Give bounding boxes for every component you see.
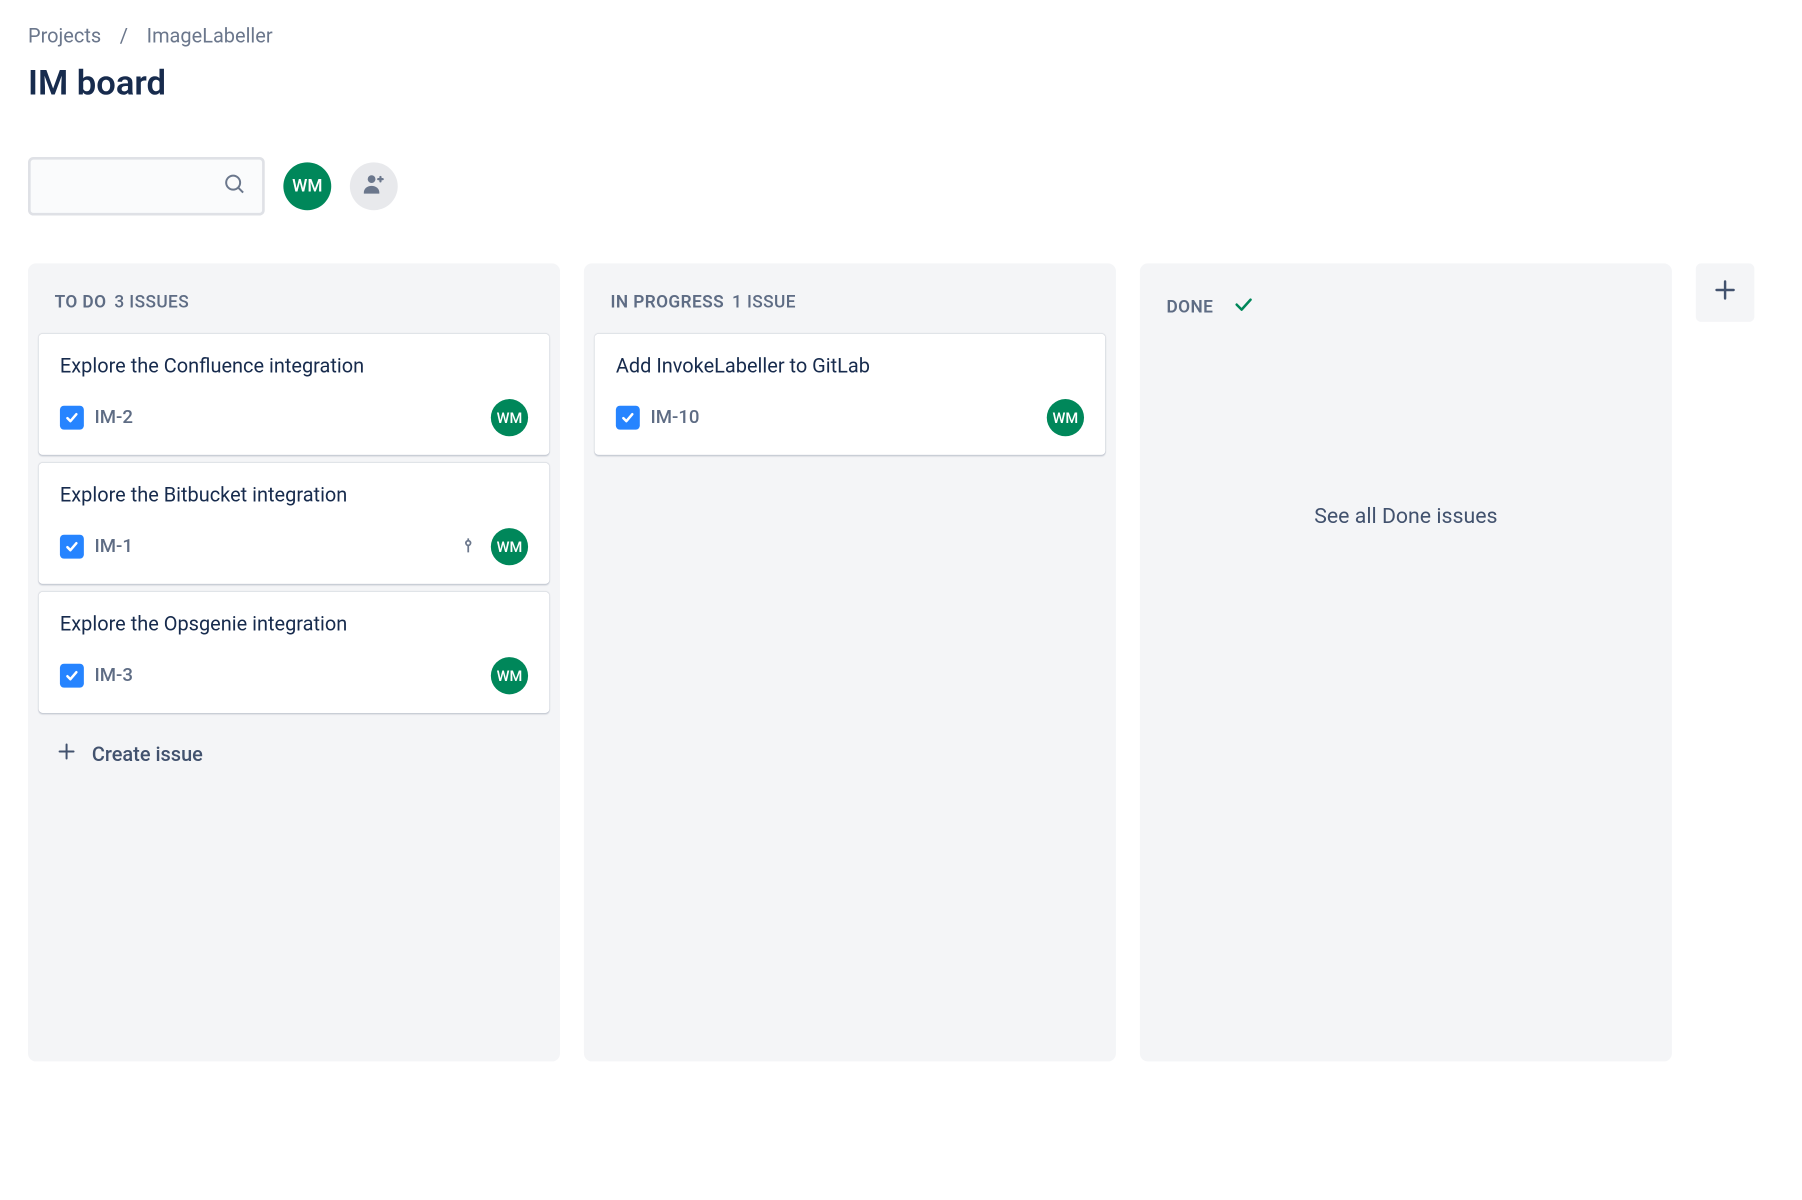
column-header[interactable]: DONE — [1151, 279, 1662, 343]
assignee-avatar[interactable]: WM — [1047, 399, 1084, 436]
card-meta: IM-3 — [60, 664, 133, 688]
assignee-avatar[interactable]: WM — [491, 528, 528, 565]
card-meta: IM-1 — [60, 535, 133, 559]
task-type-icon — [60, 535, 84, 559]
issue-key[interactable]: IM-3 — [95, 665, 133, 686]
task-type-icon — [616, 406, 640, 430]
issue-card[interactable]: Explore the Bitbucket integration IM-1 WM — [39, 463, 550, 584]
plus-icon — [1710, 275, 1739, 310]
see-all-done-link[interactable]: See all Done issues — [1151, 343, 1662, 687]
board-column: DONE See all Done issues — [1140, 263, 1672, 1061]
card-footer: IM-2 WM — [60, 399, 528, 436]
kanban-board: TO DO 3 ISSUES Explore the Confluence inte… — [28, 263, 1802, 1061]
column-name: DONE — [1166, 297, 1213, 317]
breadcrumb-separator: / — [120, 24, 128, 48]
column-name: TO DO — [55, 293, 107, 313]
column-name: IN PROGRESS — [611, 293, 725, 313]
search-input[interactable] — [28, 157, 265, 216]
assignee-avatar[interactable]: WM — [491, 657, 528, 694]
breadcrumb: Projects / ImageLabeller — [28, 24, 1802, 48]
issue-key[interactable]: IM-2 — [95, 407, 133, 428]
issue-card[interactable]: Explore the Opsgenie integration IM-3 WM — [39, 592, 550, 713]
user-avatar[interactable]: WM — [283, 162, 331, 210]
add-member-button[interactable] — [350, 162, 398, 210]
card-right: WM — [491, 657, 528, 694]
card-right: WM — [491, 399, 528, 436]
issue-key[interactable]: IM-10 — [650, 407, 699, 428]
assignee-avatar[interactable]: WM — [491, 399, 528, 436]
issue-key[interactable]: IM-1 — [95, 536, 133, 557]
card-footer: IM-10 WM — [616, 399, 1084, 436]
check-icon — [1232, 293, 1256, 322]
board-toolbar: WM — [28, 157, 1802, 216]
board-column: IN PROGRESS 1 ISSUE Add InvokeLabeller to … — [584, 263, 1116, 1061]
task-type-icon — [60, 664, 84, 688]
priority-icon — [459, 534, 478, 559]
card-title: Explore the Confluence integration — [60, 353, 379, 381]
card-meta: IM-2 — [60, 406, 133, 430]
column-count: 1 ISSUE — [732, 293, 796, 313]
add-person-icon — [361, 170, 388, 202]
issue-card[interactable]: Add InvokeLabeller to GitLab IM-10 WM — [595, 334, 1106, 455]
board-column: TO DO 3 ISSUES Explore the Confluence inte… — [28, 263, 560, 1061]
card-title: Add InvokeLabeller to GitLab — [616, 353, 935, 381]
card-meta: IM-10 — [616, 406, 700, 430]
card-right: WM — [1047, 399, 1084, 436]
card-title: Explore the Bitbucket integration — [60, 482, 379, 510]
card-title: Explore the Opsgenie integration — [60, 611, 379, 639]
column-header[interactable]: IN PROGRESS 1 ISSUE — [595, 279, 1106, 334]
create-issue-button[interactable]: Create issue — [39, 724, 550, 785]
card-right: WM — [459, 528, 528, 565]
task-type-icon — [60, 406, 84, 430]
breadcrumb-project-name[interactable]: ImageLabeller — [147, 24, 273, 48]
add-column-button[interactable] — [1696, 263, 1755, 322]
page-title: IM board — [28, 64, 1802, 104]
column-count: 3 ISSUES — [114, 293, 189, 313]
plus-icon — [55, 740, 79, 769]
search-icon — [222, 172, 246, 201]
card-footer: IM-1 WM — [60, 528, 528, 565]
column-header[interactable]: TO DO 3 ISSUES — [39, 279, 550, 334]
create-issue-label: Create issue — [92, 742, 203, 766]
card-footer: IM-3 WM — [60, 657, 528, 694]
issue-card[interactable]: Explore the Confluence integration IM-2 WM — [39, 334, 550, 455]
breadcrumb-projects[interactable]: Projects — [28, 24, 101, 48]
